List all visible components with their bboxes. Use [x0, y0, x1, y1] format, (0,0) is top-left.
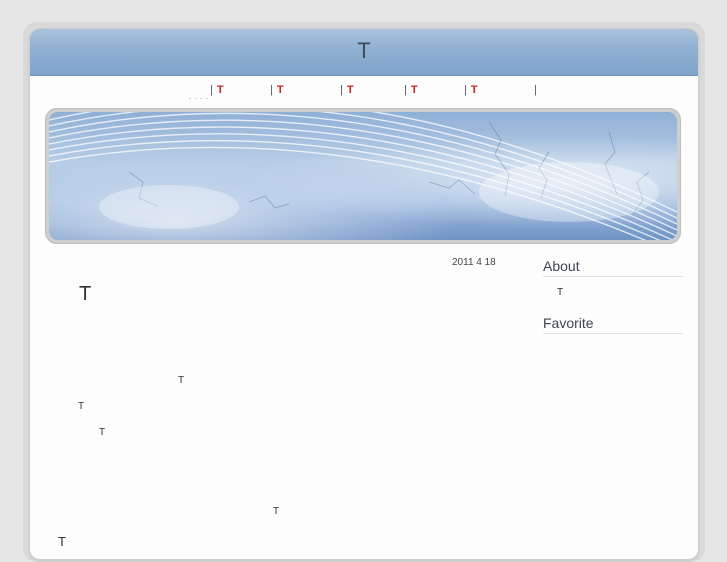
nav-dots: - - - -: [189, 96, 209, 102]
nav-item-4[interactable]: | T: [404, 84, 418, 96]
post-text-line: T: [273, 506, 280, 517]
nav-item-label[interactable]: T: [471, 84, 478, 96]
nav-item-3[interactable]: | T: [340, 84, 354, 96]
site-title[interactable]: T: [30, 38, 698, 64]
nav-separator: |: [340, 84, 343, 96]
nav-bar: | T | T | T | T | T | - - - -: [30, 81, 698, 102]
nav-separator: |: [404, 84, 407, 96]
nav-item-label[interactable]: T: [277, 84, 284, 96]
nav-item-5[interactable]: | T: [464, 84, 478, 96]
nav-separator: |: [270, 84, 273, 96]
sidebar-favorite-heading: Favorite: [543, 315, 683, 334]
nav-separator-end: |: [534, 84, 537, 96]
post-date: 2011 4 18: [452, 257, 496, 268]
banner-swirl-graphic: [49, 112, 677, 240]
post-text-line: T: [78, 401, 85, 412]
sidebar-about-heading: About: [543, 258, 683, 277]
post-title[interactable]: T: [79, 283, 91, 306]
header-banner: [45, 108, 681, 244]
nav-item-1[interactable]: | T: [210, 84, 224, 96]
post-text-line: T: [178, 375, 185, 386]
sidebar-about-text: T: [557, 287, 564, 298]
nav-separator: |: [464, 84, 467, 96]
banner-image: [49, 112, 677, 240]
nav-item-label[interactable]: T: [411, 84, 418, 96]
nav-separator: |: [210, 84, 213, 96]
main-panel: T | T | T | T | T | T | - - - - 2011 4 1…: [30, 29, 698, 559]
post-text-line: T: [58, 534, 66, 549]
post-text-line: T: [99, 427, 106, 438]
nav-item-2[interactable]: | T: [270, 84, 284, 96]
nav-item-label[interactable]: T: [347, 84, 354, 96]
header-bar: T: [30, 29, 698, 76]
nav-item-label[interactable]: T: [217, 84, 224, 96]
